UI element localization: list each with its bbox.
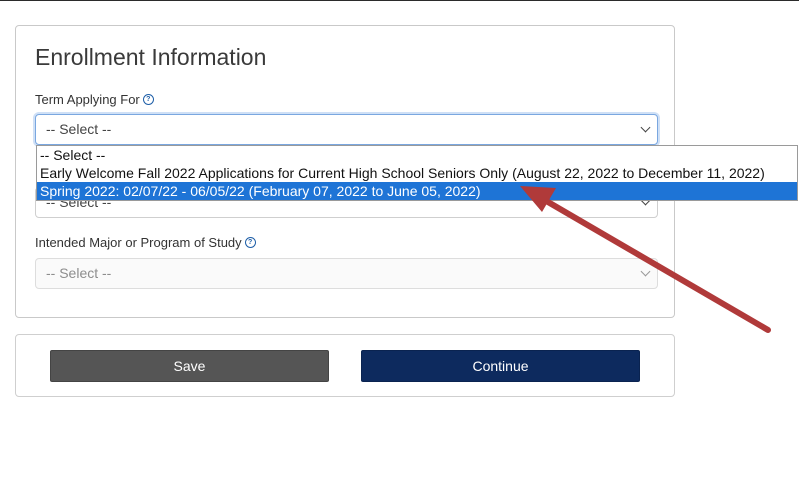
continue-button[interactable]: Continue xyxy=(361,350,640,382)
help-circle-icon[interactable]: ? xyxy=(244,237,256,248)
term-dropdown-list[interactable]: -- Select -- Early Welcome Fall 2022 App… xyxy=(36,145,798,201)
term-label-text: Term Applying For xyxy=(35,92,140,107)
major-label-text: Intended Major or Program of Study xyxy=(35,235,242,250)
section-title: Enrollment Information xyxy=(35,44,267,70)
term-select-value: -- Select -- xyxy=(46,121,112,137)
dropdown-option-early-welcome-fall-2022[interactable]: Early Welcome Fall 2022 Applications for… xyxy=(37,164,797,182)
major-label: Intended Major or Program of Study ? xyxy=(35,235,256,250)
actions-card: Save Continue xyxy=(15,334,675,397)
top-border xyxy=(0,0,799,1)
major-select-value: -- Select -- xyxy=(46,265,112,281)
major-select[interactable]: -- Select -- xyxy=(35,258,658,289)
term-label: Term Applying For ? xyxy=(35,92,154,107)
dropdown-option-spring-2022[interactable]: Spring 2022: 02/07/22 - 06/05/22 (Februa… xyxy=(37,182,797,200)
chevron-down-icon xyxy=(640,266,651,277)
save-button[interactable]: Save xyxy=(50,350,329,382)
chevron-down-icon xyxy=(640,122,651,133)
term-select[interactable]: -- Select -- xyxy=(35,114,658,145)
dropdown-option-select[interactable]: -- Select -- xyxy=(37,146,797,164)
help-circle-icon[interactable]: ? xyxy=(142,94,154,105)
